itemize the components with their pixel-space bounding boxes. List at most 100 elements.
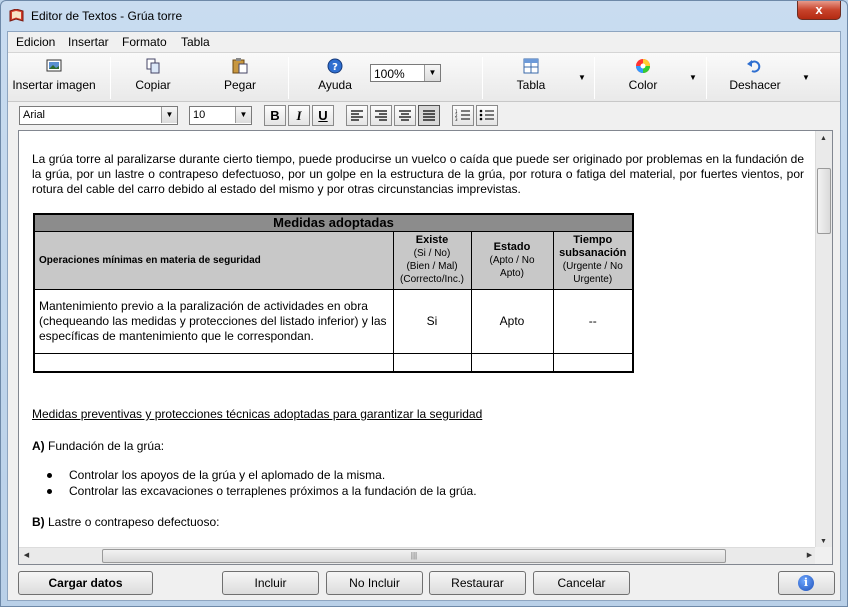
- app-window: Editor de Textos - Grúa torre x Edicion …: [0, 0, 848, 607]
- vertical-scroll-thumb[interactable]: [817, 168, 831, 234]
- section-b-heading: B) Lastre o contrapeso defectuoso:: [32, 515, 219, 530]
- header-exists: Existe (Si / No) (Bien / Mal) (Correcto/…: [392, 230, 472, 290]
- window-title: Editor de Textos - Grúa torre: [31, 9, 183, 23]
- menu-insertar[interactable]: Insertar: [68, 35, 109, 49]
- section-heading-link[interactable]: Medidas preventivas y protecciones técni…: [32, 407, 482, 422]
- info-button[interactable]: i: [778, 571, 835, 595]
- empty-cell: [552, 352, 634, 373]
- help-icon: ?: [327, 58, 343, 74]
- undo-dropdown-chevron-down-icon[interactable]: ▼: [802, 73, 810, 82]
- empty-cell: [392, 352, 472, 373]
- font-size-select[interactable]: 10 ▼: [189, 106, 252, 125]
- svg-text:3: 3: [455, 117, 458, 122]
- header-state: Estado (Apto / No Apto): [470, 230, 554, 290]
- numbered-list-icon: 123: [455, 109, 470, 122]
- table-dropdown-chevron-down-icon[interactable]: ▼: [578, 73, 586, 82]
- copy-button[interactable]: Copiar: [124, 55, 182, 101]
- section-a-text: Fundación de la grúa:: [44, 439, 165, 453]
- section-a-letter: A): [32, 439, 45, 453]
- zoom-select[interactable]: 100% ▼: [370, 64, 441, 82]
- table-caption: Medidas adoptadas: [33, 213, 634, 232]
- empty-cell: [33, 352, 394, 373]
- row-time: --: [552, 288, 634, 354]
- insert-image-icon: [46, 59, 62, 72]
- bottom-bar: Cargar datos Incluir No Incluir Restaura…: [8, 568, 840, 600]
- header-exists-title: Existe: [415, 234, 449, 246]
- align-center-icon: [399, 110, 411, 121]
- align-right-button[interactable]: [370, 105, 392, 126]
- include-button[interactable]: Incluir: [222, 571, 319, 595]
- undo-button[interactable]: Deshacer: [724, 55, 786, 101]
- book-icon: [9, 9, 24, 22]
- header-time-title2: subsanación: [559, 247, 627, 259]
- table-row: Mantenimiento previo a la paralización d…: [33, 288, 634, 354]
- toolbar-separator: [288, 57, 289, 99]
- header-state-title: Estado: [493, 240, 531, 253]
- vertical-scrollbar[interactable]: ▲ ▼: [815, 131, 832, 549]
- section-b-letter: B): [32, 515, 45, 529]
- bold-button[interactable]: B: [264, 105, 286, 126]
- font-family-select[interactable]: Arial ▼: [19, 106, 178, 125]
- menu-formato[interactable]: Formato: [122, 35, 167, 49]
- measures-table: Medidas adoptadas Operaciones mínimas en…: [33, 213, 634, 373]
- undo-icon: [747, 60, 761, 73]
- exclude-button[interactable]: No Incluir: [326, 571, 423, 595]
- title-bar[interactable]: Editor de Textos - Grúa torre x: [1, 1, 847, 31]
- toolbar-separator: [706, 57, 707, 99]
- header-operations: Operaciones mínimas en materia de seguri…: [33, 230, 394, 290]
- justify-button[interactable]: [418, 105, 440, 126]
- header-exists-sub3: (Correcto/Inc.): [400, 274, 464, 285]
- header-time-title1: Tiempo: [573, 234, 613, 246]
- close-button[interactable]: x: [797, 1, 841, 20]
- toolbar-separator: [594, 57, 595, 99]
- italic-button[interactable]: I: [288, 105, 310, 126]
- align-left-icon: [351, 110, 363, 121]
- chevron-down-icon[interactable]: ▼: [235, 107, 251, 123]
- menu-tabla[interactable]: Tabla: [181, 35, 210, 49]
- align-center-button[interactable]: [394, 105, 416, 126]
- row-exists: Si: [392, 288, 472, 354]
- scroll-left-icon[interactable]: ◀: [19, 548, 34, 563]
- cancel-button[interactable]: Cancelar: [533, 571, 630, 595]
- restore-button[interactable]: Restaurar: [429, 571, 526, 595]
- numbered-list-button[interactable]: 123: [452, 105, 474, 126]
- table-row-empty: [33, 352, 634, 373]
- help-button[interactable]: ? Ayuda: [306, 55, 364, 101]
- horizontal-scrollbar[interactable]: ◀ ||| ▶: [19, 547, 817, 564]
- row-description: Mantenimiento previo a la paralización d…: [33, 288, 394, 354]
- chevron-down-icon[interactable]: ▼: [424, 65, 440, 81]
- menu-edicion[interactable]: Edicion: [16, 35, 55, 49]
- document-editor[interactable]: La grúa torre al paralizarse durante cie…: [18, 130, 833, 565]
- list-item: Controlar las excavaciones o terraplenes…: [32, 484, 477, 500]
- paste-button[interactable]: Pegar: [211, 55, 269, 101]
- header-time-sub2: Urgente): [573, 274, 613, 285]
- section-a-heading: A) Fundación de la grúa:: [32, 439, 164, 454]
- header-state-sub2: Apto): [500, 267, 524, 279]
- table-button[interactable]: Tabla: [502, 55, 560, 101]
- section-b-text: Lastre o contrapeso defectuoso:: [44, 515, 220, 529]
- insert-image-button[interactable]: Insertar imagen: [10, 55, 98, 101]
- main-toolbar: Insertar imagen Copiar Pegar ? Ayuda 100…: [8, 52, 840, 102]
- chevron-down-icon[interactable]: ▼: [161, 107, 177, 123]
- align-left-button[interactable]: [346, 105, 368, 126]
- align-right-icon: [375, 110, 387, 121]
- scroll-up-icon[interactable]: ▲: [816, 131, 831, 146]
- intro-paragraph: La grúa torre al paralizarse durante cie…: [32, 152, 804, 196]
- bullet-list-button[interactable]: [476, 105, 498, 126]
- load-data-button[interactable]: Cargar datos: [18, 571, 153, 595]
- paste-icon: [232, 58, 248, 74]
- color-button[interactable]: Color: [614, 55, 672, 101]
- header-exists-sub2: (Bien / Mal): [406, 261, 458, 272]
- table-icon: [523, 58, 539, 74]
- color-dropdown-chevron-down-icon[interactable]: ▼: [689, 73, 697, 82]
- underline-button[interactable]: U: [312, 105, 334, 126]
- horizontal-scroll-thumb[interactable]: |||: [102, 549, 726, 563]
- copy-icon: [146, 58, 160, 74]
- header-time-sub1: (Urgente / No: [562, 261, 623, 272]
- info-icon: i: [798, 575, 814, 591]
- align-justify-icon: [423, 110, 435, 121]
- client-area: Edicion Insertar Formato Tabla Insertar …: [7, 31, 841, 601]
- empty-cell: [470, 352, 554, 373]
- format-toolbar: Arial ▼ 10 ▼ B I U 123: [8, 103, 840, 129]
- menu-bar: Edicion Insertar Formato Tabla: [8, 32, 840, 52]
